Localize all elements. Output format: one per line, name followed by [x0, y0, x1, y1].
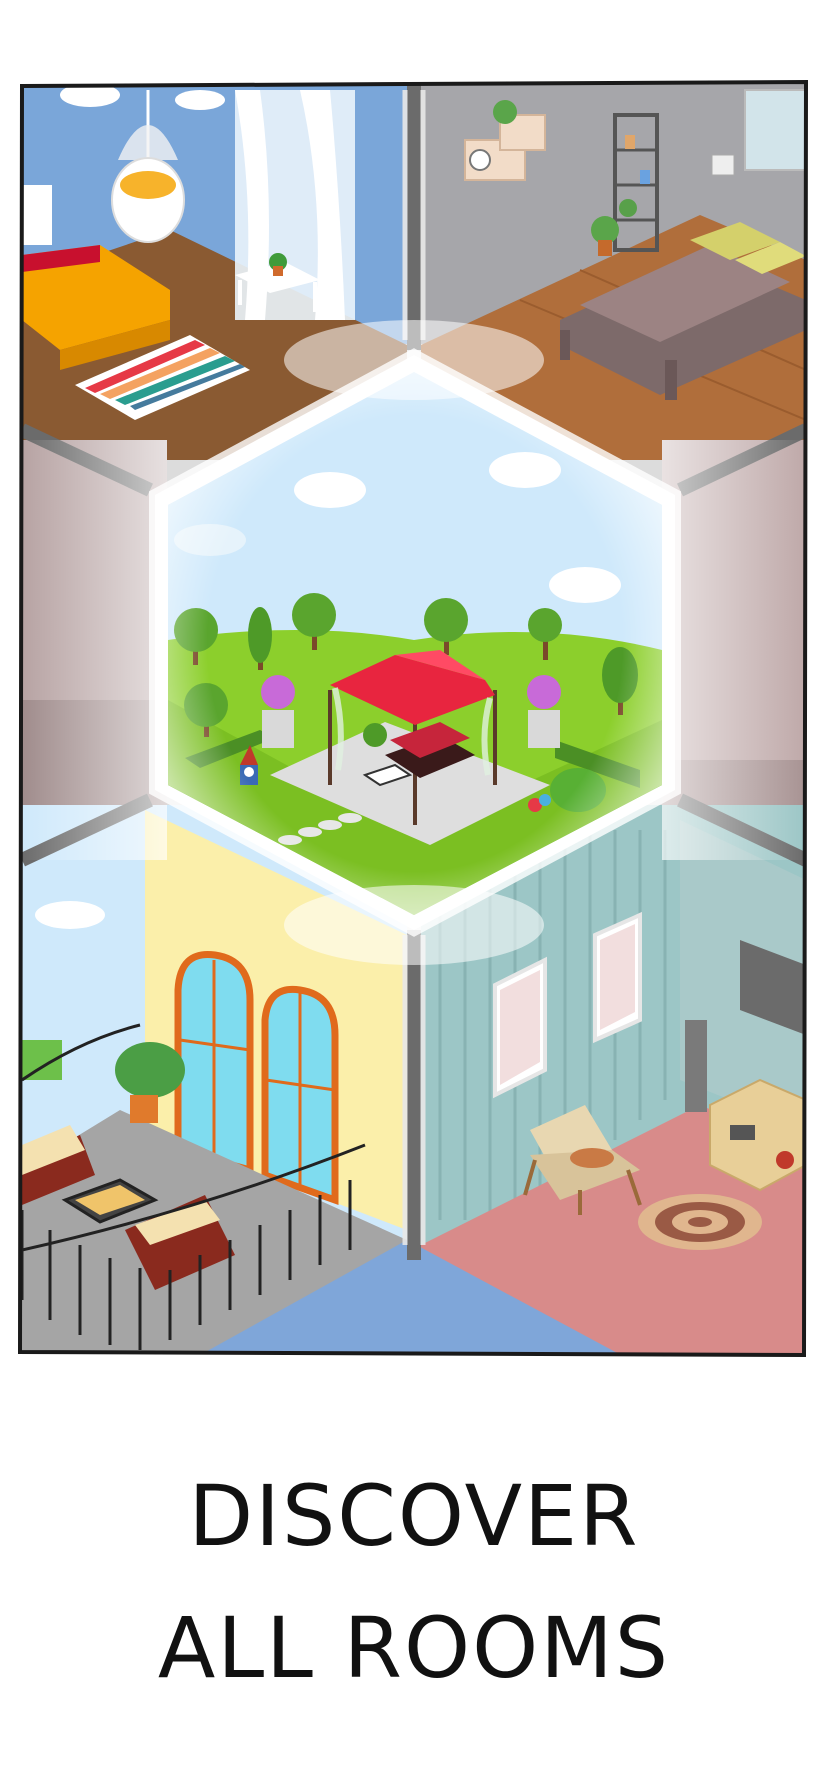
wall-clock-icon: [469, 149, 491, 171]
potted-plant-icon: [493, 100, 517, 124]
speaker-icon: [685, 1020, 707, 1112]
cloud-icon: [35, 901, 105, 929]
caption-line-2: ALL ROOMS: [157, 1599, 671, 1697]
round-rug-icon: [638, 1194, 762, 1250]
caption-line-1: DISCOVER: [188, 1467, 640, 1565]
caption: DISCOVER ALL ROOMS: [0, 1450, 828, 1714]
